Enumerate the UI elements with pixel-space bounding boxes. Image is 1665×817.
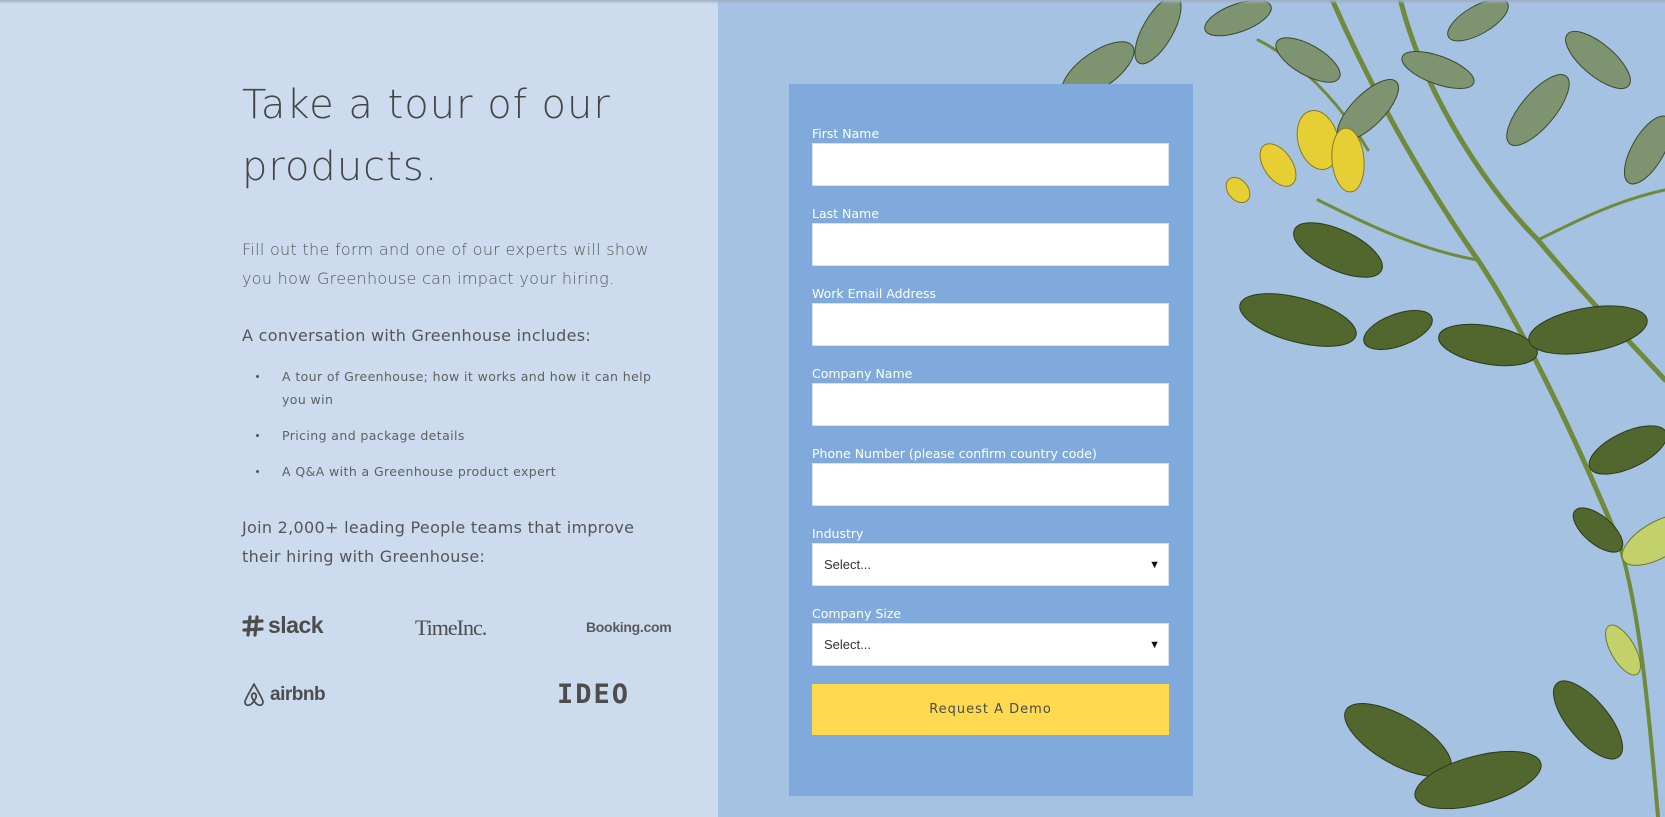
list-item: Pricing and package details [242, 424, 672, 447]
benefits-list: A tour of Greenhouse; how it works and h… [242, 365, 672, 483]
slack-logo: slack [242, 612, 324, 639]
slack-hash-icon [242, 614, 264, 637]
company-name-field: Company Name [812, 364, 1170, 426]
work-email-field: Work Email Address [812, 284, 1170, 346]
industry-select[interactable]: Select... ▼ [812, 543, 1169, 586]
work-email-label: Work Email Address [812, 286, 937, 301]
phone-input[interactable] [812, 463, 1169, 506]
airbnb-wordmark: airbnb [270, 684, 326, 705]
company-size-select[interactable]: Select... ▼ [812, 623, 1169, 666]
industry-field: Industry Select... ▼ [812, 524, 1170, 586]
last-name-input[interactable] [812, 223, 1169, 266]
last-name-field: Last Name [812, 204, 1170, 266]
ideo-wordmark: IDEO [557, 679, 631, 710]
phone-field: Phone Number (please confirm country cod… [812, 444, 1170, 506]
hero-content: Take a tour of our products. Fill out th… [242, 74, 672, 571]
company-size-field: Company Size Select... ▼ [812, 604, 1170, 666]
triangle-down-icon: ▼ [1149, 638, 1160, 651]
booking-logo: Booking.com [586, 619, 672, 635]
work-email-input[interactable] [812, 303, 1169, 346]
phone-label: Phone Number (please confirm country cod… [812, 446, 1097, 461]
conversation-heading: A conversation with Greenhouse includes: [242, 326, 592, 345]
company-name-input[interactable] [812, 383, 1169, 426]
ideo-logo: IDEO [557, 679, 630, 710]
list-item: A Q&A with a Greenhouse product expert [242, 460, 672, 483]
last-name-label: Last Name [812, 206, 879, 221]
industry-label: Industry [812, 526, 864, 541]
list-item: A tour of Greenhouse; how it works and h… [242, 365, 672, 411]
triangle-down-icon: ▼ [1149, 558, 1160, 571]
page-title: Take a tour of our products. [242, 82, 611, 190]
booking-wordmark: Booking.com [586, 619, 672, 635]
top-shadow [0, 0, 1665, 4]
company-name-label: Company Name [812, 366, 913, 381]
airbnb-logo: airbnb [242, 682, 326, 708]
airbnb-belo-icon [244, 683, 264, 707]
join-text: Join 2,000+ leading People teams that im… [242, 518, 635, 566]
company-size-select-value: Select... [824, 637, 871, 652]
intro-text: Fill out the form and one of our experts… [242, 240, 649, 288]
timeinc-wordmark: TimeInc. [415, 615, 487, 640]
company-size-label: Company Size [812, 606, 902, 621]
demo-request-form: First Name Last Name Work Email Address … [789, 84, 1193, 796]
first-name-input[interactable] [812, 143, 1169, 186]
slack-wordmark: slack [268, 612, 324, 638]
industry-select-value: Select... [824, 557, 871, 572]
first-name-label: First Name [812, 126, 880, 141]
first-name-field: First Name [812, 124, 1170, 186]
request-demo-button[interactable]: Request A Demo [812, 684, 1169, 735]
timeinc-logo: TimeInc. [415, 615, 487, 641]
